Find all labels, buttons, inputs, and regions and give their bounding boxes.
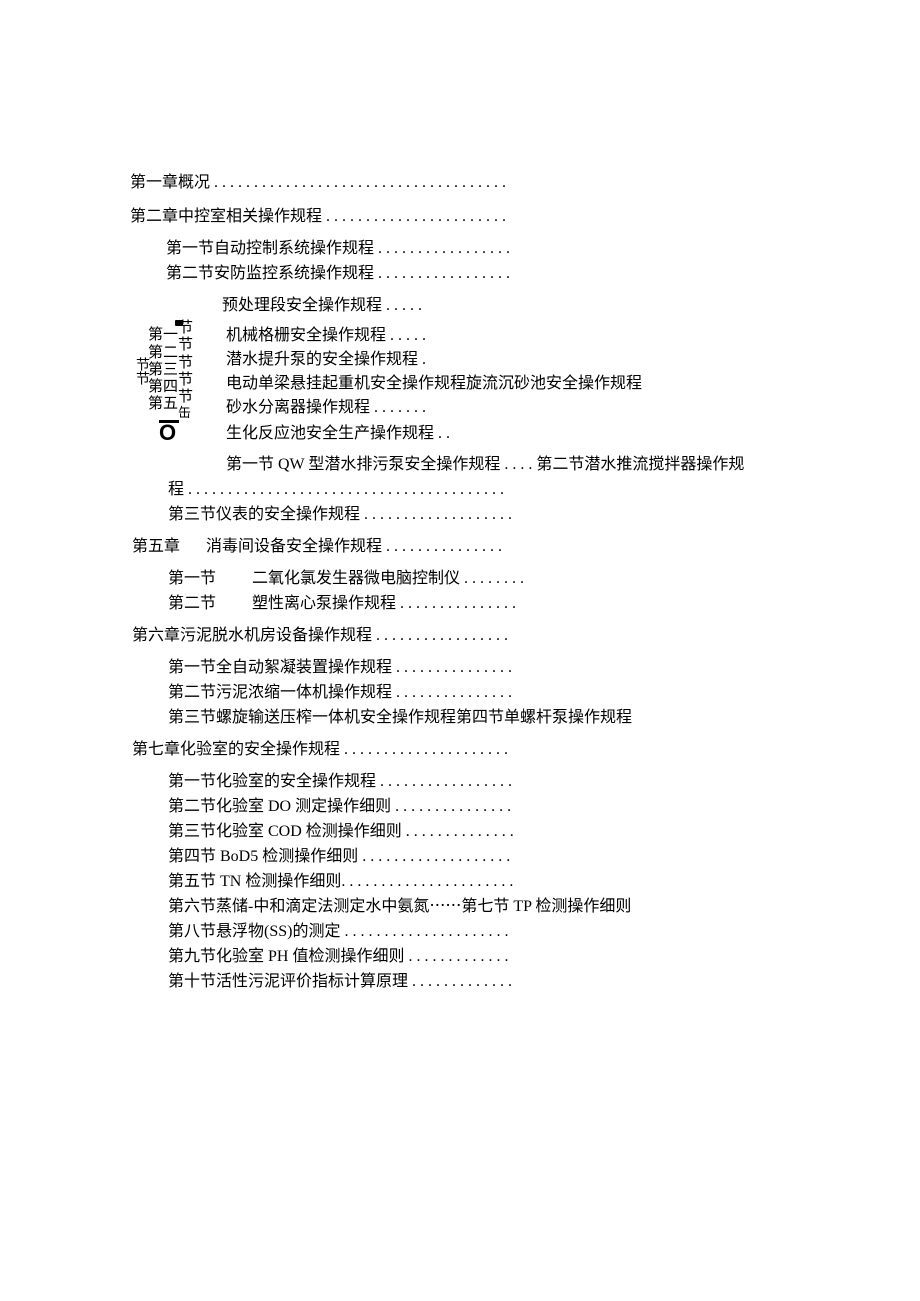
vb-c3-2: 节	[178, 355, 193, 372]
ch6-section-1: 第一节全自动絮凝装置操作规程 . . . . . . . . . . . . .…	[168, 656, 790, 680]
ch2-section-2: 第二节安防监控系统操作规程 . . . . . . . . . . . . . …	[166, 262, 790, 286]
ch5-title: 消毒间设备安全操作规程 . . . . . . . . . . . . . . …	[206, 538, 502, 555]
zero-char: O	[159, 420, 176, 445]
vb-c2-0: 一	[163, 327, 178, 344]
ch3-section-1: 机械格栅安全操作规程 . . . . .	[226, 324, 642, 348]
vb-c2-4: 五	[163, 396, 178, 413]
toc-continuation: 第一节 QW 型潜水排污泵安全操作规程 . . . . 第二节潜水推流搅拌器操作…	[168, 450, 790, 995]
ch7-section-4: 第四节 BoD5 检测操作细则 . . . . . . . . . . . . …	[168, 845, 790, 869]
chapter-4-title: 生化反应池安全生产操作规程 . .	[226, 422, 642, 446]
pretreatment-heading: 预处理段安全操作规程 . . . . .	[222, 294, 790, 318]
vertical-col-di: 第 第 第 第 第	[148, 327, 163, 413]
ch6-section-3-4: 第三节螺旋输送压榨一体机安全操作规程第四节单螺杆泵操作规程	[168, 706, 790, 730]
chapter-2: 第二章中控室相关操作规程 . . . . . . . . . . . . . .…	[130, 205, 790, 229]
vb-c1-3: 第	[148, 379, 163, 396]
vertical-col-jie: 节 节 节 节 节 缶	[178, 320, 193, 421]
vb-c3-4: 节	[178, 389, 193, 406]
ch3-section-3: 电动单梁悬挂起重机安全操作规程旋流沉砂池安全操作规程	[226, 372, 642, 396]
ch5-label: 第五章	[132, 538, 180, 555]
vb-c1-4: 第	[148, 396, 163, 413]
ch4-section-3: 第三节仪表的安全操作规程 . . . . . . . . . . . . . .…	[168, 503, 790, 527]
vb-fou: 缶	[178, 406, 193, 421]
ch5-s2-text: 塑性离心泵操作规程 . . . . . . . . . . . . . . .	[252, 595, 516, 612]
chapter-6: 第六章污泥脱水机房设备操作规程 . . . . . . . . . . . . …	[132, 624, 790, 648]
vb-c1-1: 第	[148, 345, 163, 362]
ch7-section-5: 第五节 TN 检测操作细则. . . . . . . . . . . . . .…	[168, 870, 790, 894]
vb-c3-0: 节	[178, 320, 193, 337]
ch7-section-1: 第一节化验室的安全操作规程 . . . . . . . . . . . . . …	[168, 770, 790, 794]
ch7-section-8: 第八节悬浮物(SS)的测定 . . . . . . . . . . . . . …	[168, 920, 790, 944]
ch3-section-4: 砂水分离器操作规程 . . . . . . .	[226, 396, 642, 420]
vb-c2-2: 三	[163, 362, 178, 379]
ch5-section-2: 第二节 塑性离心泵操作规程 . . . . . . . . . . . . . .…	[168, 592, 790, 616]
ch5-s2-label: 第二节	[168, 595, 216, 612]
vertical-section-labels: 节节 第 第 第 第 第 一 二 三 四 五 节 节 节 节 节 缶	[134, 320, 193, 421]
ch3-section-2: 潜水提升泵的安全操作规程 .	[226, 348, 642, 372]
vb-c3-1: 节	[178, 337, 193, 354]
vb-c1-2: 第	[148, 362, 163, 379]
vertical-col-num: 一 二 三 四 五	[163, 327, 178, 413]
ch4-section-1-2: 第一节 QW 型潜水排污泵安全操作规程 . . . . 第二节潜水推流搅拌器操作…	[226, 453, 790, 477]
ch2-section-1: 第一节自动控制系统操作规程 . . . . . . . . . . . . . …	[166, 237, 790, 261]
vb-c3-3: 节	[178, 372, 193, 389]
ch7-section-3: 第三节化验室 COD 检测操作细则 . . . . . . . . . . . …	[168, 820, 790, 844]
ch5-section-1: 第一节 二氧化氯发生器微电脑控制仪 . . . . . . . .	[168, 567, 790, 591]
ocr-zero-artifact: O	[159, 420, 179, 440]
chapter-7: 第七章化验室的安全操作规程 . . . . . . . . . . . . . …	[132, 738, 790, 762]
ch7-section-9: 第九节化验室 PH 值检测操作细则 . . . . . . . . . . . …	[168, 945, 790, 969]
vb-c1-0: 第	[148, 327, 163, 344]
ch6-section-2: 第二节污泥浓缩一体机操作规程 . . . . . . . . . . . . .…	[168, 681, 790, 705]
chapter-5: 第五章 消毒间设备安全操作规程 . . . . . . . . . . . . .…	[132, 535, 790, 559]
vb-c2-3: 四	[163, 379, 178, 396]
vb-c2-1: 二	[163, 345, 178, 362]
chapter-1: 第一章概况 . . . . . . . . . . . . . . . . . …	[130, 171, 790, 195]
ch5-s1-label: 第一节	[168, 570, 216, 587]
vertical-jiejie: 节节	[134, 357, 148, 385]
chapter-3-sections: 机械格栅安全操作规程 . . . . . 潜水提升泵的安全操作规程 . 电动单梁…	[226, 324, 642, 446]
ch7-section-6-7: 第六节蒸储-中和滴定法测定水中氨氮⋯⋯第七节 TP 检测操作细则	[168, 895, 790, 919]
ch7-section-10: 第十节活性污泥评价指标计算原理 . . . . . . . . . . . . …	[168, 970, 790, 994]
ch7-section-2: 第二节化验室 DO 测定操作细则 . . . . . . . . . . . .…	[168, 795, 790, 819]
toc-page: 第一章概况 . . . . . . . . . . . . . . . . . …	[0, 0, 920, 318]
ch5-s1-text: 二氧化氯发生器微电脑控制仪 . . . . . . . .	[252, 570, 524, 587]
ch4-continuation: 程 . . . . . . . . . . . . . . . . . . . …	[168, 478, 790, 502]
